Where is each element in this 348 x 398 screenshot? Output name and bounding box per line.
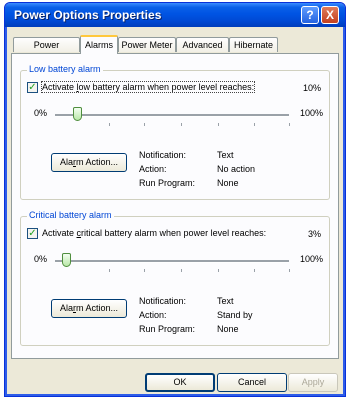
notification-label: Notification: — [139, 296, 187, 306]
critical-battery-group: Critical battery alarm ✓ Activate critic… — [20, 210, 330, 346]
critical-battery-slider-max: 100% — [299, 254, 323, 264]
checkmark-icon: ✓ — [28, 82, 37, 93]
critical-battery-current-value: 3% — [307, 229, 321, 239]
run-program-value: None — [217, 324, 239, 334]
slider-tick — [289, 269, 290, 272]
close-button[interactable]: X — [321, 6, 339, 24]
tab-power-schemes[interactable]: Power Schemes — [13, 37, 80, 65]
run-program-value: None — [217, 178, 239, 188]
run-program-label: Run Program: — [139, 178, 196, 188]
slider-tick — [181, 269, 182, 272]
slider-tick — [109, 123, 110, 126]
slider-tick — [144, 269, 145, 272]
window-title: Power Options Properties — [14, 8, 162, 22]
critical-battery-checkbox[interactable]: ✓ — [27, 228, 38, 239]
low-battery-checkbox[interactable]: ✓ — [27, 82, 38, 93]
tab-strip: Power Schemes Alarms Power Meter Advance… — [11, 35, 341, 65]
critical-battery-slider-track[interactable] — [55, 260, 289, 263]
notification-value: Text — [217, 296, 234, 306]
checkmark-icon: ✓ — [28, 228, 37, 239]
action-label: Action: — [139, 164, 167, 174]
title-bar[interactable]: Power Options Properties ? X — [5, 3, 345, 27]
alarms-panel: Low battery alarm ✓ Activate low battery… — [11, 53, 339, 359]
critical-battery-slider-thumb[interactable] — [62, 253, 71, 267]
tab-alarms[interactable]: Alarms — [80, 35, 118, 54]
low-battery-slider-max: 100% — [299, 108, 323, 118]
power-options-window: Power Options Properties ? X Power Schem… — [4, 2, 346, 397]
notification-value: Text — [217, 150, 234, 160]
critical-battery-slider-min: 0% — [33, 254, 47, 264]
action-value: Stand by — [217, 310, 253, 320]
slider-tick — [218, 123, 219, 126]
critical-battery-alarm-action-button[interactable]: Alarm Action... — [51, 299, 127, 318]
action-value: No action — [217, 164, 256, 174]
slider-tick — [254, 269, 255, 272]
slider-tick — [289, 123, 290, 126]
help-button[interactable]: ? — [301, 6, 319, 24]
slider-tick — [218, 269, 219, 272]
low-battery-group-title: Low battery alarm — [27, 64, 103, 74]
run-program-label: Run Program: — [139, 324, 196, 334]
low-battery-group: Low battery alarm ✓ Activate low battery… — [20, 64, 330, 200]
ok-button[interactable]: OK — [145, 373, 215, 392]
tab-power-meter[interactable]: Power Meter — [118, 37, 176, 52]
tab-advanced[interactable]: Advanced — [176, 37, 229, 52]
tab-hibernate[interactable]: Hibernate — [229, 37, 278, 52]
low-battery-current-value: 10% — [302, 83, 321, 93]
slider-tick — [144, 123, 145, 126]
low-battery-slider-thumb[interactable] — [73, 107, 82, 121]
apply-button[interactable]: Apply — [288, 373, 338, 392]
low-battery-slider-min: 0% — [33, 108, 47, 118]
low-battery-alarm-action-button[interactable]: Alarm Action... — [51, 153, 127, 172]
cancel-button[interactable]: Cancel — [217, 373, 287, 392]
critical-battery-checkbox-label[interactable]: Activate critical battery alarm when pow… — [42, 228, 266, 238]
slider-tick — [109, 269, 110, 272]
notification-label: Notification: — [139, 150, 187, 160]
slider-tick — [181, 123, 182, 126]
critical-battery-group-title: Critical battery alarm — [27, 210, 114, 220]
action-label: Action: — [139, 310, 167, 320]
low-battery-checkbox-label[interactable]: Activate low battery alarm when power le… — [40, 81, 256, 93]
slider-tick — [254, 123, 255, 126]
low-battery-slider-track[interactable] — [55, 114, 289, 117]
